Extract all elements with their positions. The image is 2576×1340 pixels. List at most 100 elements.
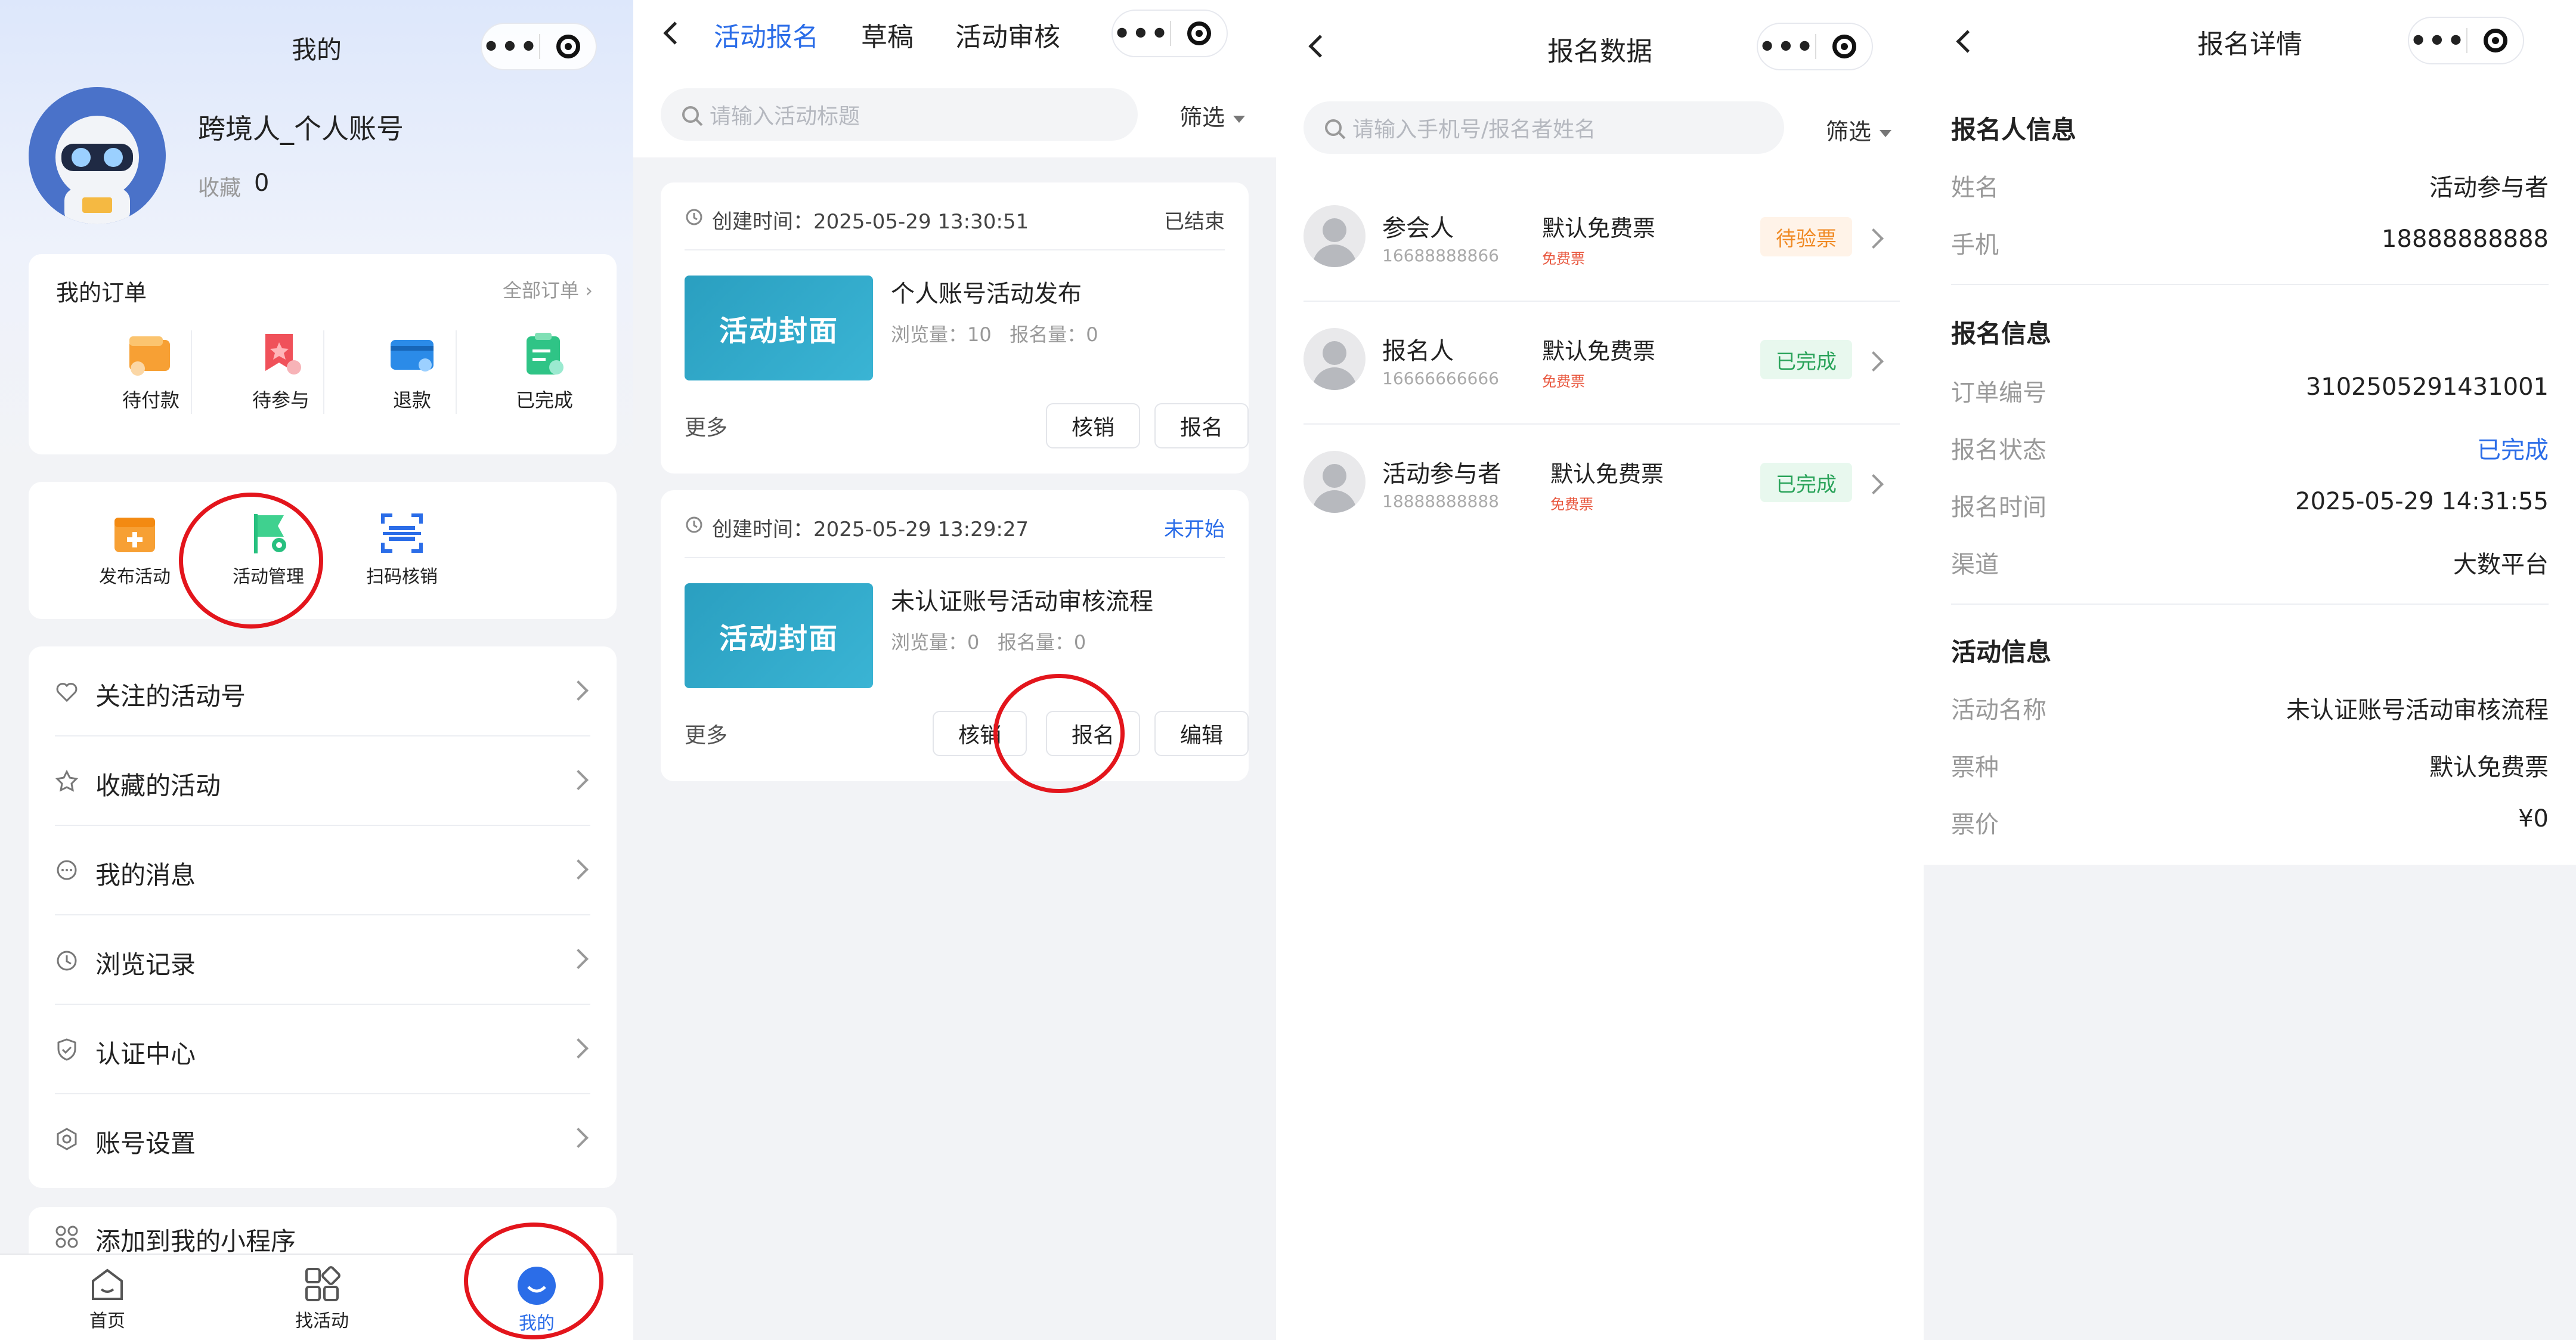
chevron-right-icon	[568, 680, 589, 701]
avatar	[1304, 205, 1366, 267]
tool-scan-verify[interactable]: 扫码核销	[348, 512, 456, 588]
chevron-right-icon	[568, 949, 589, 969]
chat-icon	[57, 860, 77, 880]
avatar	[1304, 451, 1366, 513]
activity-card[interactable]: 创建时间：2025-05-29 13:29:27 未开始 活动封面 未认证账号活…	[661, 490, 1249, 781]
search-icon	[1325, 119, 1342, 136]
activity-cover: 活动封面	[685, 583, 873, 688]
more-link[interactable]: 更多	[685, 410, 727, 441]
chevron-right-icon	[568, 1128, 589, 1148]
panel-registration-data: 报名数据 ••• 请输入手机号/报名者姓名 筛选 参会人 16688888866…	[1276, 0, 1924, 1340]
chevron-right-icon	[568, 770, 589, 790]
avatar[interactable]	[29, 87, 166, 224]
user-name: 跨境人_个人账号	[198, 113, 404, 145]
created-time: 创建时间：2025-05-29 13:29:27	[712, 518, 1029, 541]
search-input[interactable]: 请输入活动标题	[661, 88, 1138, 141]
chevron-right-icon	[1863, 351, 1884, 372]
miniprogram-capsule: •••	[1757, 23, 1873, 70]
status-badge: 待验票	[1760, 217, 1852, 256]
panel-activity-registration: 活动报名 草稿 活动审核 ••• 请输入活动标题 筛选 创建时间：2025-05…	[633, 0, 1276, 1340]
more-menu-icon[interactable]: •••	[482, 26, 539, 67]
chevron-right-icon	[1863, 228, 1884, 249]
field-label: 活动名称	[1951, 697, 2046, 724]
tab-find-activities[interactable]: 找活动	[280, 1265, 364, 1332]
filter-dropdown[interactable]: 筛选	[1179, 99, 1246, 132]
activity-title: 未认证账号活动审核流程	[891, 588, 1153, 615]
registrant-name: 参会人	[1382, 215, 1454, 242]
close-miniprogram-icon[interactable]	[1816, 35, 1872, 58]
field-value: 18888888888	[2382, 225, 2549, 253]
edit-button[interactable]: 编辑	[1154, 711, 1249, 756]
search-input[interactable]: 请输入手机号/报名者姓名	[1304, 101, 1784, 154]
heart-icon	[56, 683, 78, 703]
favorites-count: 0	[254, 169, 270, 197]
annotation-circle-tab-mine	[464, 1223, 603, 1339]
ticket-name: 默认免费票	[1542, 338, 1656, 364]
menu-browse-history[interactable]: 浏览记录	[29, 915, 617, 1004]
tab-home[interactable]: 首页	[66, 1265, 149, 1332]
wallet-icon	[129, 336, 170, 376]
field-label: 票种	[1951, 754, 1999, 781]
field-value: ¥0	[2518, 805, 2549, 833]
menu-verification-center[interactable]: 认证中心	[29, 1004, 617, 1094]
field-value: 活动参与者	[2429, 174, 2549, 202]
field-value: 2025-05-29 14:31:55	[2295, 488, 2549, 515]
order-refund[interactable]: 退款	[355, 332, 469, 413]
triangle-down-icon	[1880, 129, 1892, 137]
add-miniprogram-label: 添加到我的小程序	[95, 1227, 296, 1256]
field-value: 默认免费票	[2429, 754, 2549, 781]
all-orders-link[interactable]: 全部订单 ›	[503, 276, 593, 303]
clock-icon	[686, 209, 702, 225]
activity-cover: 活动封面	[685, 276, 873, 380]
list-item[interactable]: 活动参与者 18888888888 默认免费票 免费票 已完成	[1304, 425, 1900, 546]
more-menu-icon[interactable]: •••	[1758, 26, 1815, 67]
tool-publish-activity[interactable]: 发布活动	[81, 512, 188, 588]
hexagon-gear-icon	[57, 1128, 77, 1150]
tab-activity-registration[interactable]: 活动报名	[714, 16, 819, 54]
menu-account-settings[interactable]: 账号设置	[29, 1094, 617, 1183]
registrant-name: 报名人	[1382, 338, 1454, 365]
chevron-right-icon	[568, 1038, 589, 1059]
section-activity-info: 活动信息	[1951, 637, 2052, 667]
miniprogram-capsule: •••	[1111, 10, 1228, 57]
verify-button[interactable]: 核销	[1046, 403, 1140, 448]
more-link[interactable]: 更多	[685, 718, 727, 749]
registration-button[interactable]: 报名	[1154, 403, 1249, 448]
menu-my-messages[interactable]: 我的消息	[29, 825, 617, 915]
list-item[interactable]: 参会人 16688888866 默认免费票 免费票 待验票	[1304, 179, 1900, 301]
field-label: 订单编号	[1951, 379, 2046, 407]
order-completed[interactable]: 已完成	[488, 332, 601, 413]
field-value: 未认证账号活动审核流程	[2286, 697, 2549, 724]
field-value: 3102505291431001	[2305, 373, 2549, 401]
close-miniprogram-icon[interactable]	[1171, 21, 1227, 45]
search-icon	[682, 106, 699, 123]
ticket-type: 免费票	[1542, 373, 1585, 390]
triangle-down-icon	[1233, 115, 1246, 123]
menu-favorite-activities[interactable]: 收藏的活动	[29, 736, 617, 825]
menu-followed-organizers[interactable]: 关注的活动号	[29, 646, 617, 736]
more-menu-icon[interactable]: •••	[2409, 20, 2466, 61]
avatar	[1304, 328, 1366, 390]
status-badge: 已完成	[1760, 463, 1852, 502]
field-label: 报名状态	[1951, 437, 2046, 464]
activity-card[interactable]: 创建时间：2025-05-29 13:30:51 已结束 活动封面 个人账号活动…	[661, 182, 1249, 474]
filter-dropdown[interactable]: 筛选	[1826, 113, 1892, 146]
list-item[interactable]: 报名人 16666666666 默认免费票 免费票 已完成	[1304, 302, 1900, 423]
close-miniprogram-icon[interactable]	[540, 35, 596, 58]
close-miniprogram-icon[interactable]	[2467, 29, 2523, 52]
field-label: 姓名	[1951, 174, 1999, 202]
tools-card: 发布活动 活动管理 扫码核销	[29, 482, 617, 619]
field-value: 已完成	[2477, 437, 2549, 464]
favorites-label: 收藏	[198, 176, 242, 200]
section-registrant-info: 报名人信息	[1951, 115, 2077, 144]
orders-card: 我的订单 全部订单 › 待付款 待参与 退款 已完成	[29, 254, 617, 454]
tab-draft[interactable]: 草稿	[861, 16, 914, 54]
status-label: 已结束	[1164, 210, 1225, 234]
registrant-name: 活动参与者	[1382, 460, 1501, 488]
clock-icon	[686, 516, 702, 533]
field-value: 大数平台	[2453, 551, 2549, 578]
created-time: 创建时间：2025-05-29 13:30:51	[712, 210, 1029, 234]
order-to-attend[interactable]: 待参与	[224, 332, 338, 413]
more-menu-icon[interactable]: •••	[1113, 13, 1170, 54]
tab-activity-review[interactable]: 活动审核	[955, 16, 1060, 54]
